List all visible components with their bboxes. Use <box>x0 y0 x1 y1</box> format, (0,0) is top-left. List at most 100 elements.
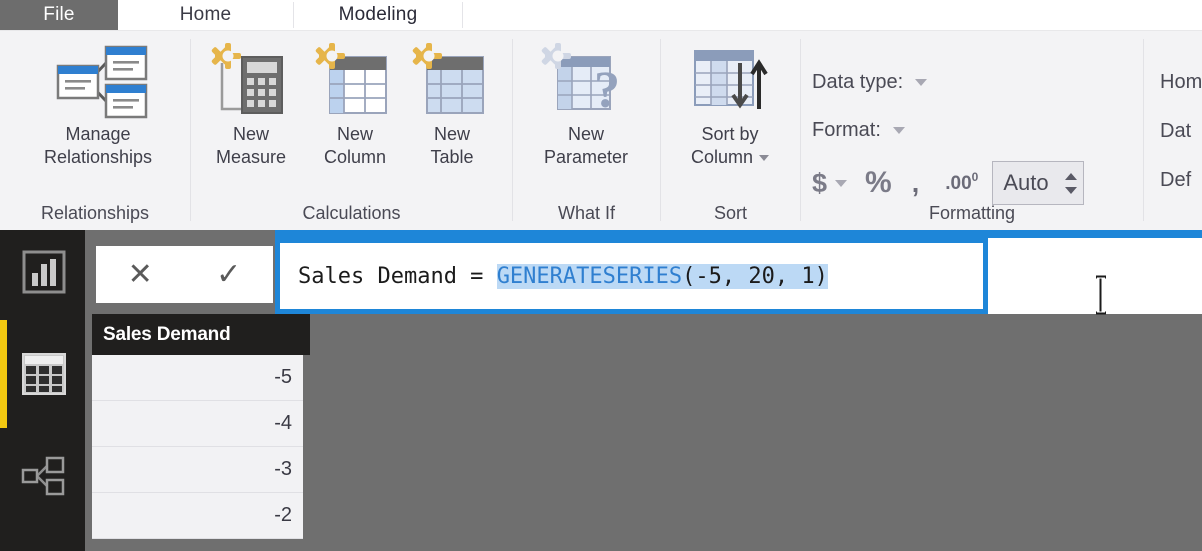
new-table-label-line1: New <box>433 124 470 144</box>
data-table: Sales Demand -5 -4 -3 -2 <box>92 314 310 551</box>
sidebar-item-model-view[interactable] <box>16 448 72 504</box>
new-measure-button[interactable]: New Measure <box>196 41 306 169</box>
group-label-calculations: Calculations <box>302 203 401 223</box>
commit-formula-button[interactable]: ✓ <box>185 257 274 292</box>
chevron-down-icon[interactable] <box>835 179 848 187</box>
group-separator <box>190 39 191 221</box>
stepper-down-icon[interactable] <box>1064 186 1077 194</box>
stepper-up-icon[interactable] <box>1064 172 1077 180</box>
sort-by-column-label-line1: Sort by <box>701 124 759 144</box>
check-icon: ✓ <box>216 258 242 291</box>
chevron-down-icon[interactable] <box>759 154 770 161</box>
power-bi-window: File Home Modeling Manage Relationships … <box>0 0 1202 551</box>
data-category-label: Dat <box>1160 120 1192 142</box>
formula-action-buttons: ✕ ✓ <box>96 246 273 303</box>
table-rows: -5 -4 -3 -2 <box>92 355 303 539</box>
manage-relationships-label-line2: Relationships <box>43 147 153 167</box>
table-row[interactable]: -5 <box>92 355 303 401</box>
data-type-label: Data type: <box>812 71 904 93</box>
group-label-formatting: Formatting <box>928 203 1016 223</box>
new-table-icon <box>409 41 495 123</box>
table-row[interactable]: -3 <box>92 447 303 493</box>
new-column-label-line2: Column <box>323 147 387 167</box>
formula-arguments: (-5, 20, 1) <box>682 263 828 289</box>
sort-by-column-label-line2: Column <box>690 147 754 167</box>
relationship-diagram-icon <box>21 456 65 496</box>
data-type-control[interactable]: Data type: <box>812 71 928 94</box>
tab-file-label: File <box>43 4 75 25</box>
sort-by-column-button[interactable]: Sort by Column <box>665 41 795 169</box>
new-measure-label-line2: Measure <box>215 147 287 167</box>
format-label: Format: <box>812 119 881 141</box>
group-label-sort: Sort <box>713 203 747 223</box>
properties-group: Hom Dat Def <box>1160 71 1202 192</box>
table-grid-icon <box>22 353 66 395</box>
ribbon: Manage Relationships Relationships New M… <box>0 30 1202 230</box>
formula-bar: ✕ ✓ Sales Demand = GENERATESERIES(-5, 20… <box>85 238 1202 314</box>
table-row[interactable]: -4 <box>92 401 303 447</box>
formula-prefix: Sales Demand = <box>298 263 497 289</box>
new-column-button[interactable]: New Column <box>305 41 405 169</box>
new-column-label-line1: New <box>336 124 373 144</box>
ribbon-tab-strip: File Home Modeling <box>0 0 1202 30</box>
new-parameter-button[interactable]: ? New Parameter <box>516 41 656 169</box>
group-separator <box>1143 39 1144 221</box>
tab-home-label: Home <box>179 4 232 25</box>
format-control[interactable]: Format: <box>812 119 905 142</box>
group-separator <box>800 39 801 221</box>
sidebar-item-data-view[interactable] <box>16 346 72 402</box>
close-icon: ✕ <box>127 258 153 291</box>
formula-text: Sales Demand = GENERATESERIES(-5, 20, 1) <box>298 243 979 309</box>
cancel-formula-button[interactable]: ✕ <box>96 257 185 292</box>
tab-modeling[interactable]: Modeling <box>294 0 462 30</box>
new-parameter-icon: ? <box>538 41 634 123</box>
group-label-relationships: Relationships <box>40 203 150 223</box>
tab-home[interactable]: Home <box>118 0 293 30</box>
sort-by-column-icon <box>685 41 775 123</box>
home-table-label: Hom <box>1160 71 1202 93</box>
currency-format-button[interactable]: $ <box>812 168 827 199</box>
formula-input[interactable]: Sales Demand = GENERATESERIES(-5, 20, 1) <box>275 238 988 314</box>
new-measure-label-line1: New <box>232 124 269 144</box>
group-separator <box>512 39 513 221</box>
manage-relationships-button[interactable]: Manage Relationships <box>8 41 188 169</box>
group-label-what-if: What If <box>557 203 615 223</box>
formatting-group: Data type: Format: $ % , .00 0 Auto <box>812 51 1142 211</box>
new-parameter-label-line1: New <box>567 124 604 144</box>
svg-text:?: ? <box>594 62 620 119</box>
decimal-places-icon[interactable]: .00 0 <box>945 171 978 193</box>
decimal-places-value: Auto <box>1003 170 1049 195</box>
tab-file[interactable]: File <box>0 0 118 30</box>
sort-by-column-label-line2-row: Column <box>690 146 770 169</box>
data-view-canvas: Sales Demand -5 -4 -3 -2 <box>85 314 1202 551</box>
new-table-button[interactable]: New Table <box>405 41 499 169</box>
ribbon-underline-strip <box>0 230 1202 238</box>
sidebar-item-report-view[interactable] <box>16 244 72 300</box>
view-navigation-bar <box>0 230 85 551</box>
underline-accent-segment <box>275 230 1202 238</box>
default-summarization-label: Def <box>1160 169 1192 191</box>
new-table-label-line2: Table <box>430 147 474 167</box>
chevron-down-icon[interactable] <box>892 127 905 134</box>
group-separator <box>660 39 661 221</box>
new-parameter-label-line2: Parameter <box>543 147 629 167</box>
column-header-sales-demand[interactable]: Sales Demand <box>92 314 310 355</box>
format-toolbar: $ % , .00 0 Auto <box>812 161 1084 205</box>
new-column-icon <box>312 41 398 123</box>
underline-gray-segment <box>85 230 275 238</box>
tab-divider <box>462 2 463 28</box>
new-measure-icon <box>208 41 294 123</box>
active-view-indicator <box>0 320 7 428</box>
text-cursor-icon <box>1093 275 1109 315</box>
formula-selection: GENERATESERIES(-5, 20, 1) <box>496 263 828 289</box>
manage-relationships-icon <box>48 41 148 123</box>
manage-relationships-label-line1: Manage <box>65 124 131 144</box>
percent-format-button[interactable]: % <box>865 166 892 200</box>
decimal-places-stepper[interactable]: Auto <box>992 161 1084 205</box>
formula-function-name: GENERATESERIES <box>496 263 683 289</box>
chevron-down-icon[interactable] <box>915 79 928 86</box>
tab-modeling-label: Modeling <box>338 4 418 25</box>
bar-chart-icon <box>22 250 66 294</box>
table-row[interactable]: -2 <box>92 493 303 539</box>
thousands-separator-button[interactable]: , <box>912 168 920 199</box>
